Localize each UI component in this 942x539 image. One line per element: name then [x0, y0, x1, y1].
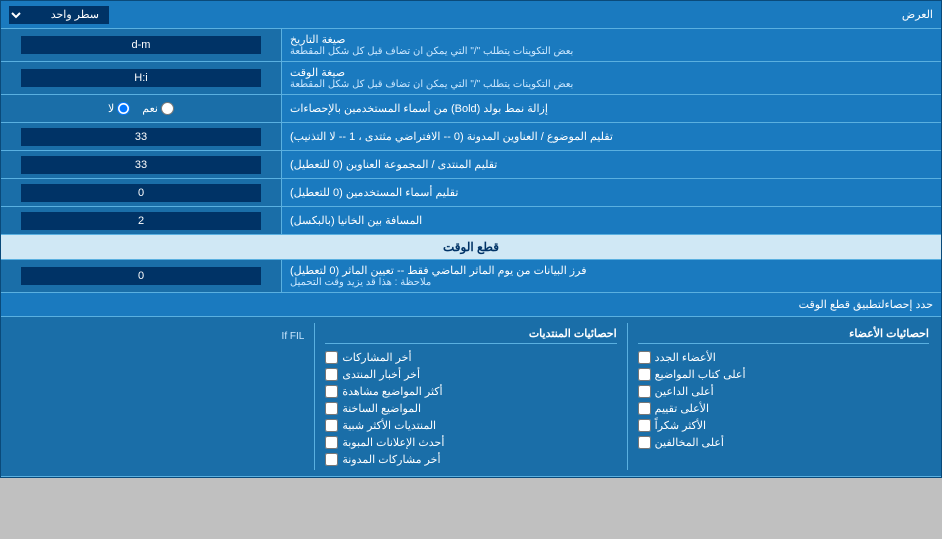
remove-bold-row: إزالة نمط بولد (Bold) من أسماء المستخدمي… [1, 95, 941, 123]
forum-limit-row: تقليم المنتدى / المجموعة العناوين (0 للت… [1, 151, 941, 179]
cutoff-input-container [1, 260, 281, 292]
radio-no[interactable] [117, 102, 130, 115]
latest-classifieds-checkbox[interactable] [325, 436, 338, 449]
checkbox-similar-forums: المنتديات الأكثر شبية [325, 419, 616, 432]
checkbox-col-members: احصائيات الأعضاء الأعضاء الجدد أعلى كتاب… [632, 323, 935, 470]
checkboxes-row: احصائيات الأعضاء الأعضاء الجدد أعلى كتاب… [7, 323, 935, 470]
gap-input-container [1, 207, 281, 234]
checkbox-hot-topics: المواضيع الساخنة [325, 402, 616, 415]
col2-header: احصائيات المنتديات [325, 327, 616, 344]
main-container: العرض سطر واحد سطرين ثلاثة أسطر صيغة الت… [0, 0, 942, 478]
usernames-limit-input-container [1, 179, 281, 206]
top-rated-label: الأعلى تقييم [655, 402, 709, 415]
last-posts-checkbox[interactable] [325, 351, 338, 364]
checkbox-col-extra: If FIL [7, 323, 310, 470]
most-viewed-label: أكثر المواضيع مشاهدة [342, 385, 442, 398]
forum-limit-label: تقليم المنتدى / المجموعة العناوين (0 للت… [281, 151, 941, 178]
topics-limit-input-container [1, 123, 281, 150]
top-violators-checkbox[interactable] [638, 436, 651, 449]
similar-forums-checkbox[interactable] [325, 419, 338, 432]
limit-label: حدد إحصاءلتطبيق قطع الوقت [9, 298, 933, 311]
checkbox-top-violators: أعلى المخالفين [638, 436, 929, 449]
top-rated-checkbox[interactable] [638, 402, 651, 415]
top-row: العرض سطر واحد سطرين ثلاثة أسطر [1, 1, 941, 29]
most-thanked-label: الأكثر شكراً [655, 419, 706, 432]
radio-yes[interactable] [161, 102, 174, 115]
forum-limit-input[interactable] [21, 156, 261, 174]
checkbox-forum-news: أخر أخبار المنتدى [325, 368, 616, 381]
cutoff-row: فرز البيانات من يوم الماثر الماضي فقط --… [1, 260, 941, 293]
time-format-row: صيغة الوقت بعض التكوينات يتطلب "/" التي … [1, 62, 941, 95]
topics-limit-input[interactable] [21, 128, 261, 146]
checkbox-latest-classifieds: أحدث الإعلانات المبوبة [325, 436, 616, 449]
if-fil-text: If FIL [13, 327, 304, 342]
new-members-checkbox[interactable] [638, 351, 651, 364]
checkbox-most-thanked: الأكثر شكراً [638, 419, 929, 432]
forum-news-label: أخر أخبار المنتدى [342, 368, 420, 381]
checkbox-new-members: الأعضاء الجدد [638, 351, 929, 364]
checkbox-most-viewed: أكثر المواضيع مشاهدة [325, 385, 616, 398]
limit-row: حدد إحصاءلتطبيق قطع الوقت [1, 293, 941, 317]
display-select[interactable]: سطر واحد سطرين ثلاثة أسطر [9, 6, 109, 24]
similar-forums-label: المنتديات الأكثر شبية [342, 419, 436, 432]
forum-news-checkbox[interactable] [325, 368, 338, 381]
time-format-label: صيغة الوقت بعض التكوينات يتطلب "/" التي … [281, 62, 941, 94]
date-format-label: صيغة التاريخ بعض التكوينات يتطلب "/" الت… [281, 29, 941, 61]
most-viewed-checkbox[interactable] [325, 385, 338, 398]
gap-row: المسافة بين الخانيا (بالبكسل) [1, 207, 941, 235]
top-inviters-label: أعلى الداعين [655, 385, 714, 398]
most-thanked-checkbox[interactable] [638, 419, 651, 432]
time-format-input-container [1, 62, 281, 94]
checkboxes-section: احصائيات الأعضاء الأعضاء الجدد أعلى كتاب… [1, 317, 941, 477]
usernames-limit-input[interactable] [21, 184, 261, 202]
new-members-label: الأعضاء الجدد [655, 351, 716, 364]
radio-no-label[interactable]: لا [108, 102, 130, 115]
topics-limit-label: تقليم الموضوع / العناوين المدونة (0 -- ا… [281, 123, 941, 150]
col-divider-1 [627, 323, 628, 470]
checkbox-last-posts: أخر المشاركات [325, 351, 616, 364]
gap-label: المسافة بين الخانيا (بالبكسل) [281, 207, 941, 234]
date-format-input-container [1, 29, 281, 61]
remove-bold-input-container: نعم لا [1, 95, 281, 122]
top-inviters-checkbox[interactable] [638, 385, 651, 398]
usernames-limit-row: تقليم أسماء المستخدمين (0 للتعطيل) [1, 179, 941, 207]
cutoff-label: فرز البيانات من يوم الماثر الماضي فقط --… [281, 260, 941, 292]
checkbox-top-rated: الأعلى تقييم [638, 402, 929, 415]
remove-bold-label: إزالة نمط بولد (Bold) من أسماء المستخدمي… [281, 95, 941, 122]
date-format-row: صيغة التاريخ بعض التكوينات يتطلب "/" الت… [1, 29, 941, 62]
col-divider-2 [314, 323, 315, 470]
top-violators-label: أعلى المخالفين [655, 436, 724, 449]
col1-header: احصائيات الأعضاء [638, 327, 929, 344]
checkbox-top-writers: أعلى كتاب المواضيع [638, 368, 929, 381]
blog-posts-checkbox[interactable] [325, 453, 338, 466]
forum-limit-input-container [1, 151, 281, 178]
radio-yes-label[interactable]: نعم [142, 102, 174, 115]
top-label: العرض [109, 8, 933, 21]
gap-input[interactable] [21, 212, 261, 230]
remove-bold-radio-group: نعم لا [108, 102, 174, 115]
cutoff-input[interactable] [21, 267, 261, 285]
section-header: قطع الوقت [1, 235, 941, 260]
blog-posts-label: أخر مشاركات المدونة [342, 453, 440, 466]
hot-topics-checkbox[interactable] [325, 402, 338, 415]
top-writers-checkbox[interactable] [638, 368, 651, 381]
checkbox-top-inviters: أعلى الداعين [638, 385, 929, 398]
last-posts-label: أخر المشاركات [342, 351, 411, 364]
topics-limit-row: تقليم الموضوع / العناوين المدونة (0 -- ا… [1, 123, 941, 151]
hot-topics-label: المواضيع الساخنة [342, 402, 421, 415]
checkbox-blog-posts: أخر مشاركات المدونة [325, 453, 616, 466]
top-writers-label: أعلى كتاب المواضيع [655, 368, 746, 381]
checkbox-col-forums: احصائيات المنتديات أخر المشاركات أخر أخب… [319, 323, 622, 470]
date-format-input[interactable] [21, 36, 261, 54]
usernames-limit-label: تقليم أسماء المستخدمين (0 للتعطيل) [281, 179, 941, 206]
latest-classifieds-label: أحدث الإعلانات المبوبة [342, 436, 444, 449]
time-format-input[interactable] [21, 69, 261, 87]
